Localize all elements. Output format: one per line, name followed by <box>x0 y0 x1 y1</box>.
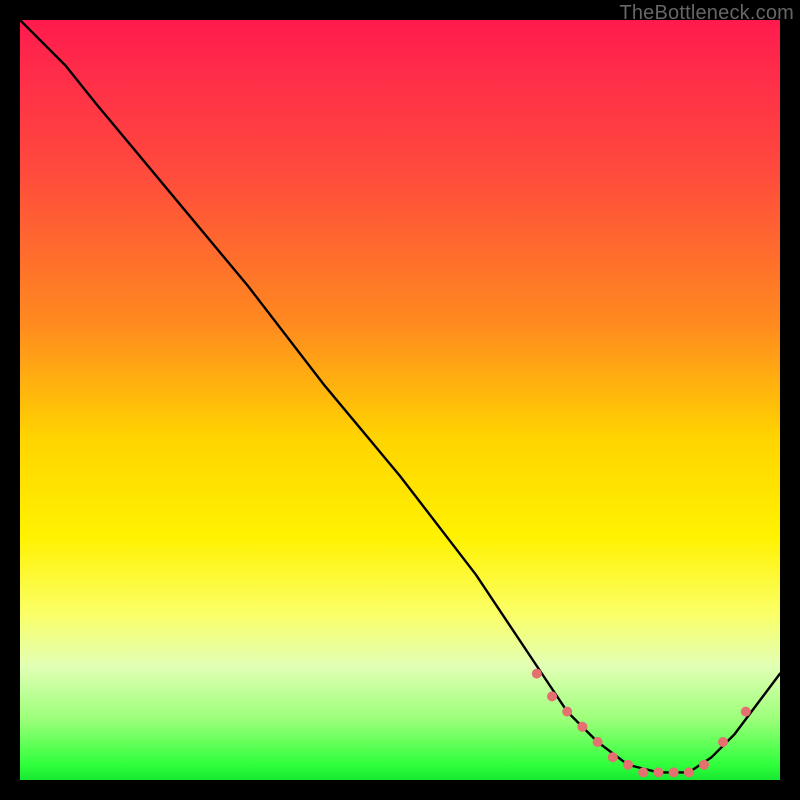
marker-dot <box>718 737 728 747</box>
marker-dot <box>577 722 587 732</box>
watermark-text: TheBottleneck.com <box>619 2 794 25</box>
marker-dot <box>547 691 557 701</box>
chart-frame: TheBottleneck.com <box>0 0 800 800</box>
marker-dot <box>684 767 694 777</box>
curve-layer <box>20 20 780 780</box>
marker-dot <box>699 760 709 770</box>
marker-dot <box>593 737 603 747</box>
gradient-plot-area <box>20 20 780 780</box>
marker-dots <box>532 669 751 778</box>
marker-dot <box>608 752 618 762</box>
bottleneck-curve <box>20 20 780 772</box>
marker-dot <box>653 767 663 777</box>
marker-dot <box>669 767 679 777</box>
marker-dot <box>638 767 648 777</box>
marker-dot <box>532 669 542 679</box>
marker-dot <box>562 707 572 717</box>
marker-dot <box>741 707 751 717</box>
marker-dot <box>623 760 633 770</box>
